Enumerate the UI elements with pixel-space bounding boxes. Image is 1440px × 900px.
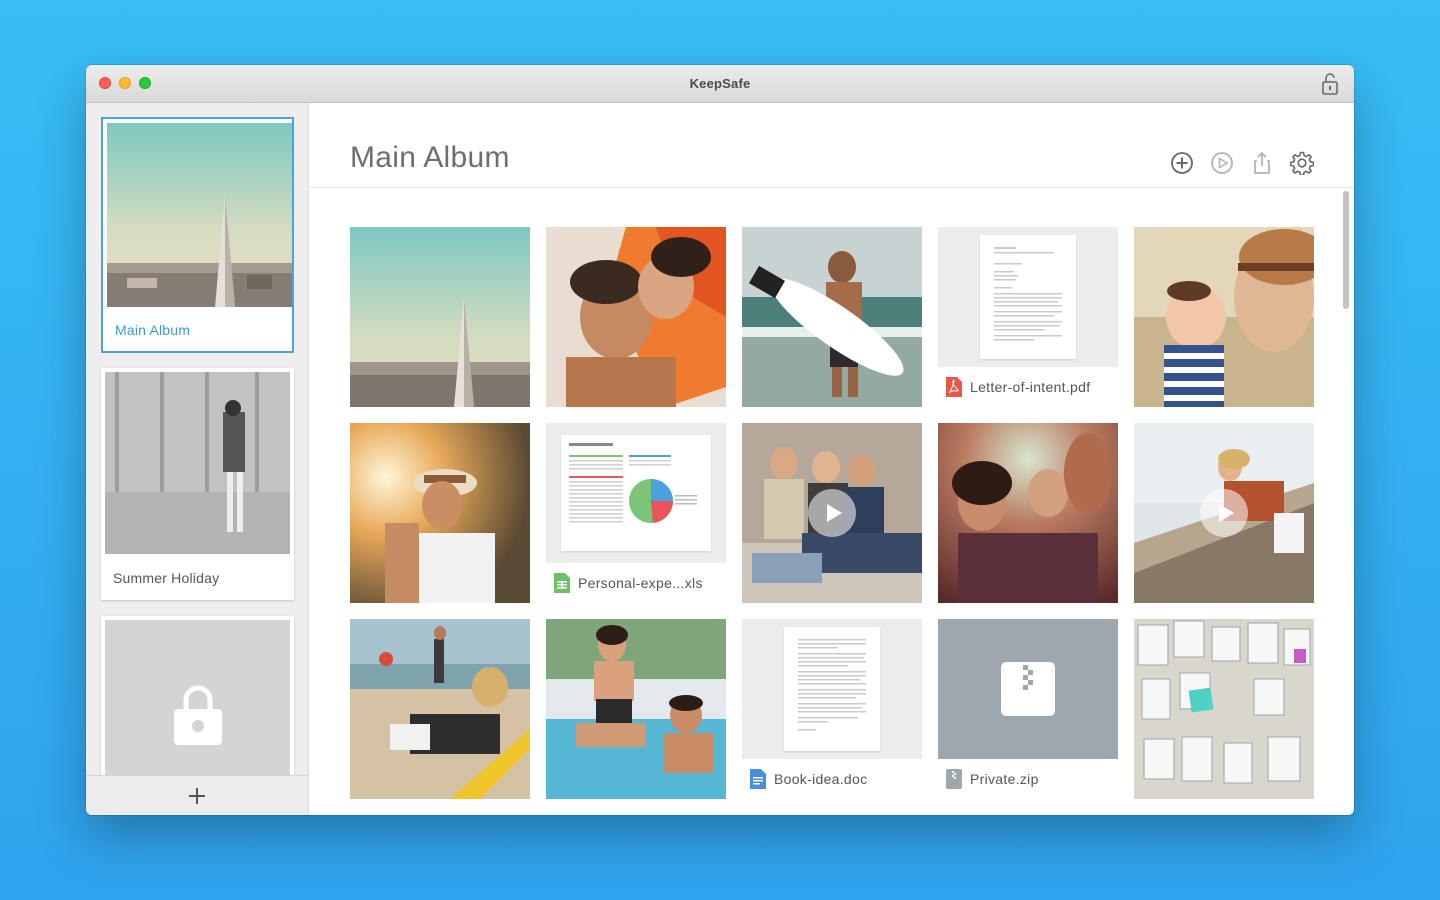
document-text-lines — [994, 247, 1062, 341]
spreadsheet-preview — [569, 443, 697, 523]
pdf-icon — [946, 377, 962, 397]
album-label: Summer Holiday — [113, 570, 220, 586]
album-label: Main Album — [115, 322, 191, 338]
window-title: KeepSafe — [689, 76, 751, 91]
app-window: KeepSafe Main Album Summer Holiday Main … — [86, 65, 1354, 815]
file-name: Personal-expe...xls — [578, 575, 703, 591]
zip-archive-icon — [1001, 662, 1055, 716]
doc-icon — [750, 769, 766, 789]
document-page — [784, 627, 880, 751]
file-name: Book-idea.doc — [774, 771, 868, 787]
add-icon[interactable] — [1170, 151, 1194, 175]
file-name: Private.zip — [970, 771, 1039, 787]
spreadsheet-icon — [554, 573, 570, 593]
photo-tile[interactable] — [350, 619, 530, 799]
album-card-summer-holiday[interactable]: Summer Holiday — [101, 368, 294, 600]
spreadsheet-page — [561, 435, 711, 551]
unlock-icon[interactable] — [1320, 71, 1340, 97]
album-thumbnail — [107, 123, 292, 307]
sidebar-footer — [86, 775, 308, 815]
album-sidebar: Main Album Summer Holiday — [86, 103, 309, 815]
file-tile-doc[interactable]: Book-idea.doc — [742, 619, 922, 799]
document-preview — [546, 423, 726, 563]
photo-tile[interactable] — [1134, 227, 1314, 407]
photo-tile[interactable] — [938, 423, 1118, 603]
settings-icon[interactable] — [1290, 151, 1314, 175]
file-tile-xls[interactable]: Personal-expe...xls — [546, 423, 726, 603]
play-icon[interactable] — [808, 489, 856, 537]
file-tile-pdf[interactable]: Letter-of-intent.pdf — [938, 227, 1118, 407]
photo-tile[interactable] — [1134, 619, 1314, 799]
zip-preview — [938, 619, 1118, 759]
play-icon[interactable] — [1200, 489, 1248, 537]
share-icon[interactable] — [1250, 151, 1274, 175]
header-divider — [310, 187, 1354, 188]
document-text-lines — [798, 639, 866, 731]
file-name: Letter-of-intent.pdf — [970, 379, 1091, 395]
document-page — [980, 235, 1076, 359]
plus-icon[interactable] — [189, 788, 205, 804]
title-bar: KeepSafe — [86, 65, 1354, 103]
zip-icon — [946, 769, 962, 789]
vertical-scrollbar[interactable] — [1343, 191, 1349, 309]
document-preview — [938, 227, 1118, 367]
photo-tile[interactable] — [546, 619, 726, 799]
page-title: Main Album — [350, 141, 510, 174]
main-content: Main Album Letter-of-intent.pdf Personal… — [310, 103, 1354, 815]
photo-tile[interactable] — [742, 227, 922, 407]
photo-tile[interactable] — [546, 227, 726, 407]
photo-tile[interactable] — [350, 423, 530, 603]
lock-icon — [174, 685, 222, 745]
album-card-main[interactable]: Main Album — [101, 117, 294, 353]
file-tile-zip[interactable]: Private.zip — [938, 619, 1118, 799]
album-thumbnail — [105, 372, 290, 554]
photo-tile[interactable] — [350, 227, 530, 407]
document-preview — [742, 619, 922, 759]
video-tile[interactable] — [1134, 423, 1314, 603]
video-tile[interactable] — [742, 423, 922, 603]
play-icon[interactable] — [1210, 151, 1234, 175]
